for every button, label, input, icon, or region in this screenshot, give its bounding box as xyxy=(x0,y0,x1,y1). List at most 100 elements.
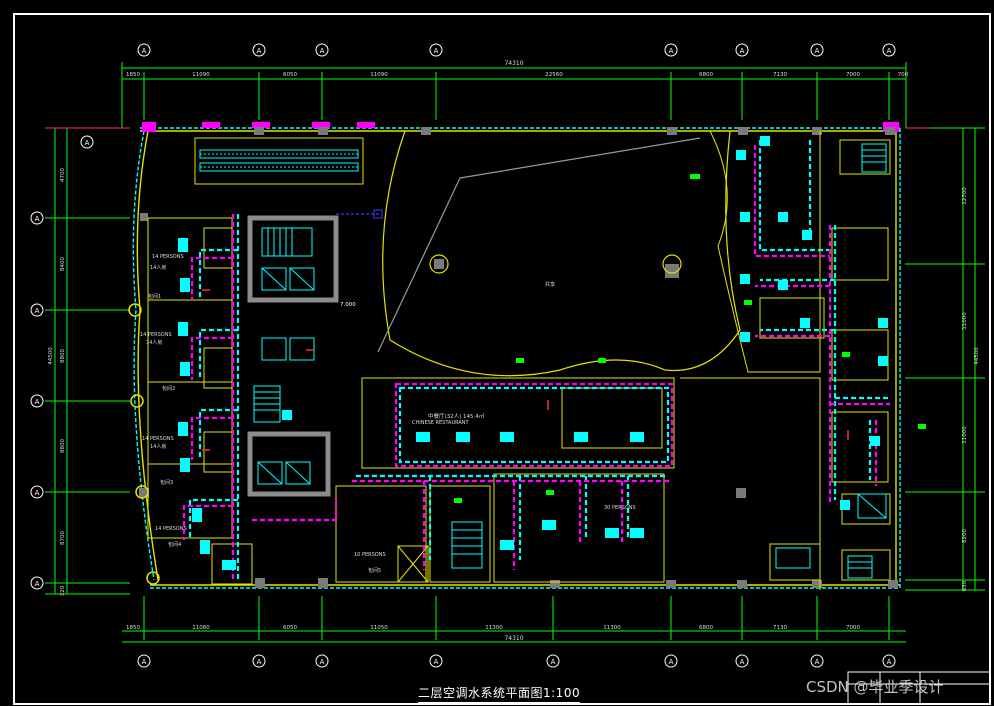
top-dim-3: 11090 xyxy=(370,72,388,78)
left-dim-0: 4700 xyxy=(60,168,66,182)
grid-bubble-label: A xyxy=(887,47,892,55)
core-walls xyxy=(247,215,339,497)
grid-bubble-label: A xyxy=(320,658,325,666)
top-dim-8: 700 xyxy=(898,72,909,78)
top-dim-1: 11090 xyxy=(192,72,210,78)
fan-coil-units xyxy=(178,136,888,570)
grid-bubble-label: A xyxy=(257,658,262,666)
grid-bubble-label: A xyxy=(815,658,820,666)
room-persons-14c: 14 PERSONS xyxy=(142,436,174,442)
grid-bubble-label: A xyxy=(740,47,745,55)
grid-bubble-label: A xyxy=(142,658,147,666)
right-rooms xyxy=(680,130,891,590)
grid-bubble-label: A xyxy=(35,489,40,497)
bottom-grid-bubbles xyxy=(137,654,896,668)
valve-markers xyxy=(202,289,849,451)
room-persons-14c-cn: 14人房 xyxy=(150,443,166,450)
escalator xyxy=(194,137,364,185)
left-dim-total: 44500 xyxy=(48,347,54,365)
grid-bubble-label: A xyxy=(551,658,556,666)
stair-left xyxy=(253,227,313,423)
ac-return-pipes xyxy=(182,145,890,580)
bottom-dim-7: 7130 xyxy=(773,625,787,631)
room-2-label: 包间2 xyxy=(162,385,175,392)
grid-bubble-label: A xyxy=(85,139,90,147)
atrium-label: 共享 xyxy=(545,281,555,288)
right-dim-3: 8200 xyxy=(962,529,968,543)
left-dim-5: 320 xyxy=(60,585,66,596)
grid-bubble-label: A xyxy=(434,47,439,55)
top-dim-2: 6050 xyxy=(283,72,297,78)
top-dim-5: 6800 xyxy=(699,72,713,78)
top-dimensions xyxy=(121,62,907,128)
right-dim-4: 650 xyxy=(962,580,968,591)
left-dim-4: 8700 xyxy=(60,531,66,545)
left-dim-1: 8400 xyxy=(60,257,66,271)
grid-bubble-label: A xyxy=(815,47,820,55)
left-dim-3: 8800 xyxy=(60,439,66,453)
room-3-label: 包间3 xyxy=(160,479,173,486)
grid-bubble-label: A xyxy=(669,47,674,55)
grid-bubble-label: A xyxy=(740,658,745,666)
left-dim-texts: 4700 8400 8800 8800 8700 320 44500 xyxy=(48,168,66,597)
structural-columns xyxy=(139,127,898,588)
bottom-room-labels: 10 PERSONS 包间5 30 PERSONS xyxy=(354,505,636,574)
bottom-dim-8: 7000 xyxy=(846,625,860,631)
right-dim-0: 12700 xyxy=(962,187,968,205)
restaurant-label: 中餐厅(32人) 145.4㎡ xyxy=(428,412,485,420)
grid-bubble-label: A xyxy=(257,47,262,55)
room-persons-10: 10 PERSONS xyxy=(354,552,386,558)
grid-bubble-label: A xyxy=(320,47,325,55)
room-persons-14d: 14 PERSONS xyxy=(155,526,187,532)
atrium-void xyxy=(377,130,741,377)
grid-bubble-label: A xyxy=(35,307,40,315)
room-4-label: 包间4 xyxy=(168,541,181,548)
restaurant-en-label: CHINESE RESTAURANT xyxy=(412,420,470,426)
watermark: CSDN @毕业季设计 xyxy=(806,678,944,696)
top-dim-6: 7130 xyxy=(773,72,787,78)
grid-bubble-label: A xyxy=(434,658,439,666)
room-persons-14b: 14 PERSONS xyxy=(140,332,172,338)
bottom-dim-5: 11300 xyxy=(603,625,621,631)
top-dim-0: 1850 xyxy=(126,72,140,78)
bottom-dim-texts: 1850 11080 6050 11050 11300 11300 6800 7… xyxy=(126,625,860,631)
room-persons-14b-cn: 14人房 xyxy=(146,339,162,346)
right-dim-texts: 12700 11000 11000 8200 650 44500 xyxy=(962,187,980,591)
top-grid-bubbles xyxy=(137,43,896,57)
cad-drawing-viewer: 74310 1850 11090 6050 11090 22560 6800 7… xyxy=(0,0,994,706)
grid-bubble-label: A xyxy=(887,658,892,666)
sheet-border xyxy=(13,13,991,705)
floor-plan-drawing: 74310 1850 11090 6050 11090 22560 6800 7… xyxy=(13,13,991,705)
room-1-label: 包间1 xyxy=(148,293,161,300)
right-dim-1: 11000 xyxy=(962,312,968,330)
grid-bubble-label: A xyxy=(669,658,674,666)
right-dimensions xyxy=(905,127,985,591)
left-dim-2: 8800 xyxy=(60,349,66,363)
overall-dim-bottom: 74310 xyxy=(504,635,523,642)
elevation-label: 7.000 xyxy=(340,302,356,308)
bottom-dim-6: 6800 xyxy=(699,625,713,631)
left-dimensions xyxy=(45,127,130,595)
bottom-dim-0: 1850 xyxy=(126,625,140,631)
drawing-title: 二层空调水系统平面图1:100 xyxy=(418,684,581,703)
restaurant-room xyxy=(361,377,675,469)
grid-bubble-label: A xyxy=(35,215,40,223)
grid-bubble-label: A xyxy=(35,398,40,406)
bottom-dim-4: 11300 xyxy=(485,625,503,631)
room-persons-14a: 14 PERSONS xyxy=(152,254,184,260)
grid-bubble-label: A xyxy=(142,47,147,55)
top-dim-texts: 1850 11090 6050 11090 22560 6800 7130 70… xyxy=(126,72,909,78)
room-persons-14a-cn: 14人房 xyxy=(150,264,166,271)
bottom-stair xyxy=(451,521,483,569)
bottom-dim-3: 11050 xyxy=(370,625,388,631)
room-5-label: 包间5 xyxy=(368,567,381,574)
room-persons-30: 30 PERSONS xyxy=(604,505,636,511)
right-dim-2: 11000 xyxy=(962,426,968,444)
grid-bubble-label: A xyxy=(35,580,40,588)
bottom-dim-1: 11080 xyxy=(192,625,210,631)
green-annotation-tags xyxy=(454,174,926,503)
top-dim-7: 7000 xyxy=(846,72,860,78)
top-dim-4: 22560 xyxy=(545,72,563,78)
bottom-dim-2: 6050 xyxy=(283,625,297,631)
overall-dim-top: 74310 xyxy=(504,60,523,67)
